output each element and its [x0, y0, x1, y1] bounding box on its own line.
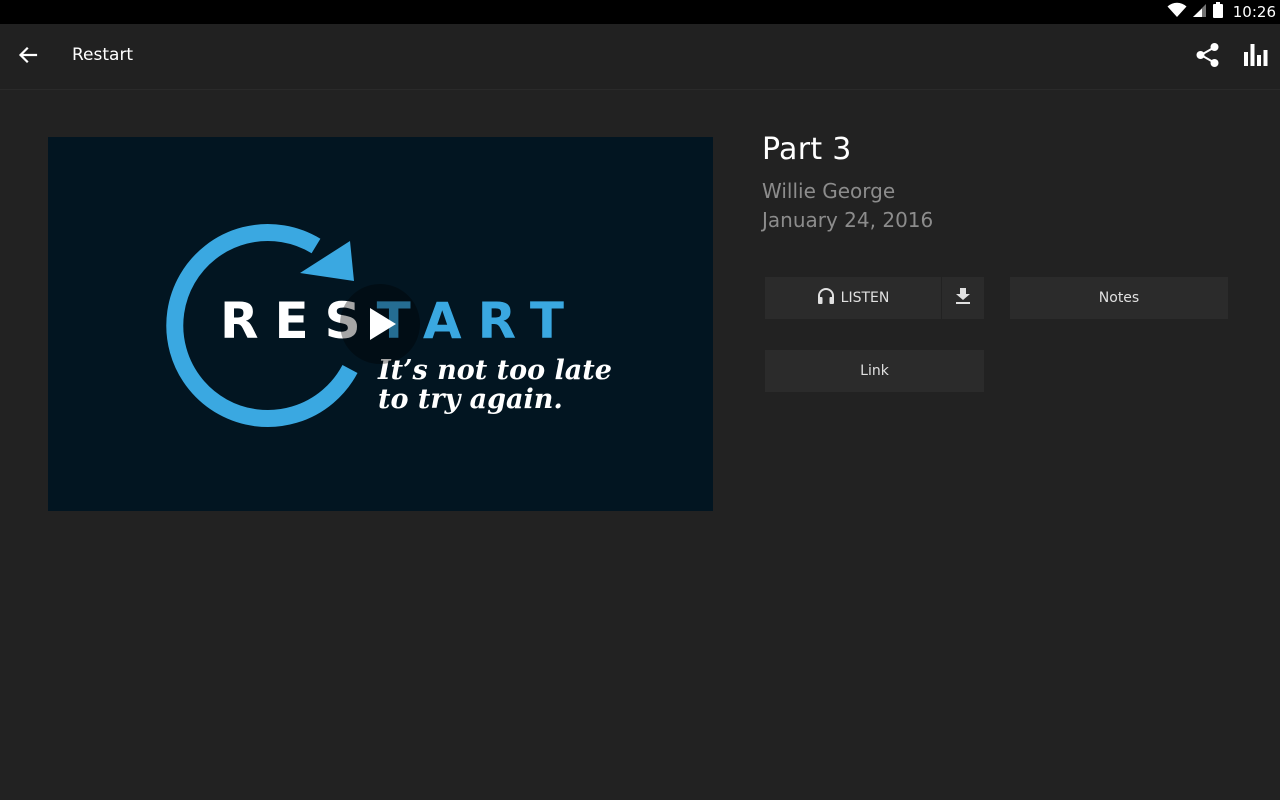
listen-label: LISTEN: [840, 290, 890, 306]
download-icon: [954, 287, 972, 309]
play-icon: [368, 306, 398, 346]
headphones-icon: [817, 287, 835, 309]
link-button[interactable]: Link: [765, 350, 984, 392]
episode-title: Part 3: [762, 132, 852, 167]
listen-button[interactable]: LISTEN: [765, 277, 941, 319]
wifi-icon: [1167, 2, 1187, 22]
notes-button[interactable]: Notes: [1010, 277, 1228, 319]
video-tagline: It’s not too late to try again.: [378, 356, 612, 414]
episode-speaker: Willie George: [762, 179, 896, 203]
app-bar: Restart: [0, 24, 1280, 90]
notes-label: Notes: [1098, 290, 1140, 306]
status-time: 10:26: [1232, 3, 1276, 21]
stats-button[interactable]: [1240, 41, 1272, 73]
signal-icon: [1192, 2, 1207, 22]
bar-chart-icon: [1244, 44, 1268, 70]
status-bar: 10:26: [0, 0, 1280, 24]
episode-date: January 24, 2016: [762, 208, 934, 232]
arrow-back-icon: [18, 45, 38, 69]
app-title: Restart: [72, 45, 134, 65]
share-icon: [1195, 42, 1221, 72]
status-icons: 10:26: [1167, 0, 1276, 24]
battery-icon: [1212, 2, 1223, 22]
tagline-line-1: It’s not too late: [378, 355, 612, 386]
download-button[interactable]: [942, 277, 984, 319]
link-label: Link: [860, 363, 889, 379]
back-button[interactable]: [12, 41, 44, 73]
share-button[interactable]: [1192, 41, 1224, 73]
tagline-line-2: to try again.: [378, 384, 563, 415]
